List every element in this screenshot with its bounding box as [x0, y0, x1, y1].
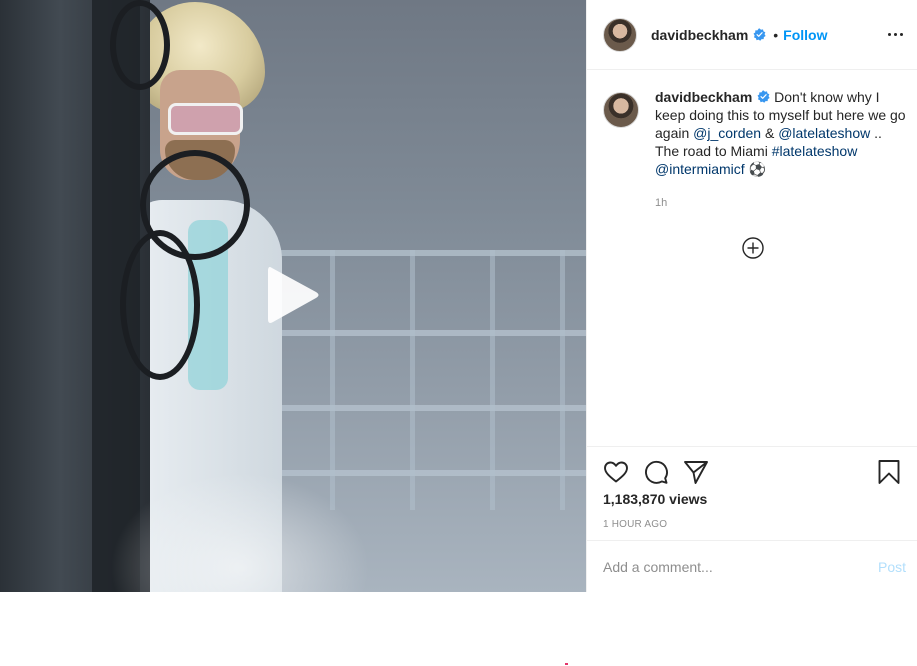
railing: [250, 405, 586, 411]
play-icon[interactable]: [258, 262, 324, 328]
railing-post: [330, 250, 335, 510]
video-player[interactable]: [0, 0, 586, 592]
haze: [110, 472, 370, 592]
soccer-ball-emoji: ⚽: [744, 161, 766, 177]
hashtag-link[interactable]: #latelateshow: [772, 143, 858, 159]
avatar[interactable]: [603, 92, 639, 128]
railing-post: [490, 250, 495, 510]
load-more-comments-icon[interactable]: [742, 237, 764, 259]
railing: [250, 250, 586, 256]
bookmark-icon[interactable]: [876, 459, 902, 485]
person-glasses: [168, 103, 243, 135]
caption-body: davidbeckham Don't know why I keep doing…: [655, 88, 908, 212]
railing-post: [560, 250, 565, 510]
caption-text-part: &: [761, 125, 779, 141]
cable: [110, 0, 170, 90]
caption: davidbeckham Don't know why I keep doing…: [603, 88, 908, 212]
post-sidebar: davidbeckham • Follow davidbeckham Don't…: [586, 0, 917, 592]
mention-link[interactable]: @j_corden: [693, 125, 761, 141]
post-timestamp[interactable]: 1 HOUR AGO: [603, 519, 902, 530]
post-header: davidbeckham • Follow: [587, 0, 917, 70]
heart-icon[interactable]: [603, 459, 629, 485]
header-username[interactable]: davidbeckham: [651, 27, 748, 43]
send-icon[interactable]: [683, 459, 709, 485]
caption-username[interactable]: davidbeckham: [655, 89, 752, 105]
views-count[interactable]: 1,183,870 views: [603, 491, 902, 507]
comment-icon[interactable]: [643, 459, 669, 485]
railing: [250, 330, 586, 336]
caption-text: davidbeckham Don't know why I keep doing…: [655, 88, 908, 178]
mention-link[interactable]: @latelateshow: [778, 125, 870, 141]
mention-link[interactable]: @intermiamicf: [655, 161, 745, 177]
more-horizontal-icon[interactable]: [884, 24, 906, 44]
verified-badge-icon: [753, 28, 766, 41]
action-icons: [603, 459, 902, 485]
caption-timestamp[interactable]: 1h: [655, 194, 908, 212]
comment-form: Post: [587, 540, 917, 592]
separator-dot: •: [773, 26, 779, 43]
cable: [120, 230, 200, 380]
page-artifact: [565, 663, 568, 665]
post-container: davidbeckham • Follow davidbeckham Don't…: [0, 0, 917, 592]
avatar[interactable]: [603, 17, 637, 52]
follow-button[interactable]: Follow: [783, 27, 827, 43]
comment-input[interactable]: [603, 558, 878, 575]
railing-post: [410, 250, 415, 510]
verified-badge-icon: [757, 90, 770, 103]
post-actions: 1,183,870 views 1 HOUR AGO: [587, 446, 917, 530]
post-comment-button[interactable]: Post: [878, 559, 906, 575]
